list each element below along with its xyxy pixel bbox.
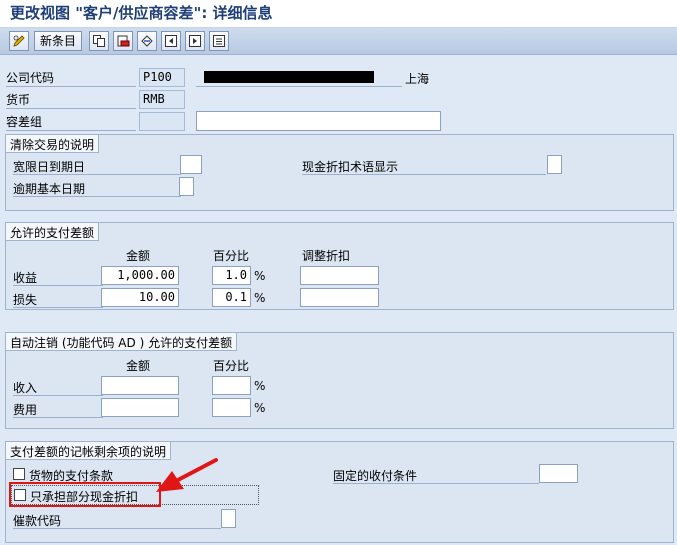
income-percent-field[interactable]: [212, 376, 251, 395]
arrears-base-date-field[interactable]: [179, 177, 194, 196]
new-entries-button[interactable]: 新条目: [34, 31, 82, 51]
currency-label: 货币: [6, 91, 136, 109]
partial-cash-discount-checkbox[interactable]: [14, 489, 26, 501]
pencil-glasses-icon: [13, 35, 25, 47]
writeoff-percent-column-header: 百分比: [213, 359, 250, 373]
previous-entry-button[interactable]: [161, 31, 181, 51]
revenue-amount-field[interactable]: 1,000.00: [101, 266, 179, 285]
revenue-percent-field[interactable]: 1.0: [212, 266, 251, 285]
application-toolbar: 新条目: [0, 28, 677, 55]
variant-button[interactable]: [209, 31, 229, 51]
arrears-base-date-label: 逾期基本日期: [13, 180, 181, 197]
fixed-terms-label: 固定的收付条件: [333, 467, 539, 484]
delete-button[interactable]: [113, 31, 133, 51]
clearing-transactions-group: 清除交易的说明 宽限日到期日 现金折扣术语显示 逾期基本日期: [5, 134, 674, 211]
red-arrow-icon: [156, 458, 218, 492]
clearing-group-title: 清除交易的说明: [6, 135, 100, 153]
currency-field[interactable]: RMB: [139, 90, 185, 109]
copy-icon: [93, 35, 105, 47]
revenue-adjust-discount-field[interactable]: [300, 266, 379, 285]
loss-percent-field[interactable]: 0.1: [212, 288, 251, 307]
expense-percent-field[interactable]: [212, 398, 251, 417]
residual-items-group: 支付差额的记帐剩余项的说明 货物的支付条款 固定的收付条件 只承担部分现金折扣 …: [5, 441, 674, 543]
permitted-group-title: 允许的支付差额: [6, 223, 100, 241]
previous-page-icon: [165, 35, 177, 47]
title-bar: 更改视图 "客户/供应商容差": 详细信息: [0, 0, 677, 28]
company-name-field: [196, 69, 402, 87]
page-title: 更改视图 "客户/供应商容差": 详细信息: [10, 4, 273, 22]
expense-amount-field[interactable]: [101, 398, 179, 417]
writeoff-amount-column-header: 金额: [126, 359, 151, 373]
auto-writeoff-group-title: 自动注销 (功能代码 AD ) 允许的支付差额: [6, 333, 238, 351]
partial-cash-discount-label: 只承担部分现金折扣: [30, 490, 139, 504]
tolerance-group-label: 容差组: [6, 113, 136, 131]
cash-discount-terms-label: 现金折扣术语显示: [302, 158, 546, 175]
redaction-block: [204, 71, 374, 83]
grace-days-label: 宽限日到期日: [13, 158, 181, 175]
copy-as-button[interactable]: [89, 31, 109, 51]
revenue-label: 收益: [13, 269, 103, 286]
display-change-button[interactable]: [9, 31, 29, 51]
delete-icon: [117, 35, 130, 47]
loss-percent-sign: %: [254, 291, 266, 305]
fixed-terms-field[interactable]: [539, 464, 578, 483]
payment-terms-checkbox[interactable]: [13, 468, 25, 480]
auto-writeoff-group: 自动注销 (功能代码 AD ) 允许的支付差额 金额 百分比 收入 % 费用 %: [5, 332, 674, 429]
amount-column-header: 金额: [126, 249, 151, 263]
dunning-key-field[interactable]: [221, 509, 236, 528]
loss-adjust-discount-field[interactable]: [300, 288, 379, 307]
company-code-field[interactable]: P100: [139, 68, 185, 87]
undo-icon: [141, 35, 153, 47]
dunning-key-label: 催款代码: [13, 512, 221, 529]
city-text: 上海: [405, 72, 430, 86]
permitted-payment-differences-group: 允许的支付差额 金额 百分比 调整折扣 收益 1,000.00 1.0 % 损失…: [5, 222, 674, 310]
residual-group-title: 支付差额的记帐剩余项的说明: [6, 442, 172, 460]
loss-amount-field[interactable]: 10.00: [101, 288, 179, 307]
percent-column-header: 百分比: [213, 249, 250, 263]
grace-days-field[interactable]: [180, 155, 202, 174]
expense-label: 费用: [13, 401, 103, 418]
loss-label: 损失: [13, 291, 103, 308]
revenue-percent-sign: %: [254, 269, 266, 283]
next-page-icon: [189, 35, 201, 47]
income-percent-sign: %: [254, 379, 266, 393]
income-amount-field[interactable]: [101, 376, 179, 395]
undo-change-button[interactable]: [137, 31, 157, 51]
tolerance-group-description-field[interactable]: [196, 111, 441, 131]
income-label: 收入: [13, 379, 103, 396]
company-code-label: 公司代码: [6, 69, 136, 87]
tolerance-group-field[interactable]: [139, 112, 185, 131]
cash-discount-terms-field[interactable]: [547, 155, 562, 174]
adjust-discount-column-header: 调整折扣: [302, 249, 351, 263]
next-entry-button[interactable]: [185, 31, 205, 51]
list-icon: [213, 35, 225, 47]
expense-percent-sign: %: [254, 401, 266, 415]
